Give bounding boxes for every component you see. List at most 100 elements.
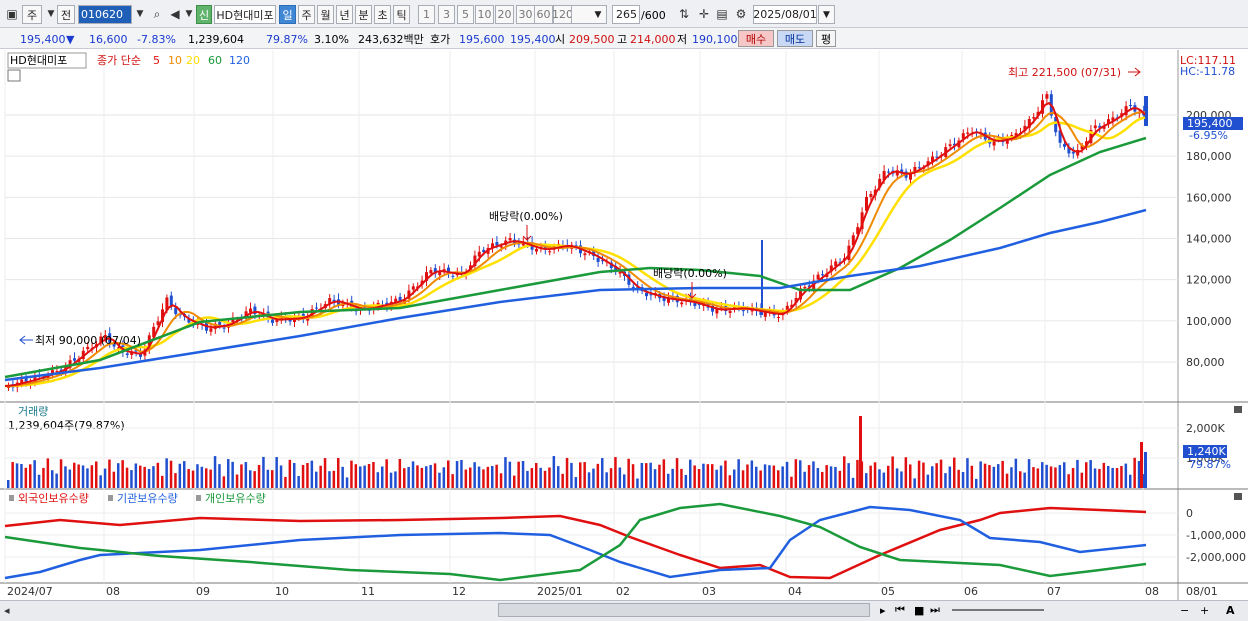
legend-ma-period: 10 [168,54,182,67]
volume-bar [178,463,182,488]
volume-bar [95,461,98,488]
stop-icon[interactable]: ■ [914,602,924,618]
zoom-in-icon[interactable]: + [1200,602,1209,618]
code-dropdown-icon[interactable]: ▼ [132,6,148,22]
next-page-icon[interactable]: ⏭ [930,602,940,618]
volume-bar [741,470,745,488]
interval-button[interactable]: 120 [552,5,573,24]
volume-bar [288,459,292,488]
save-icon[interactable]: ▤ [714,6,730,22]
volume-bar [640,463,644,488]
volume-bar [68,469,72,488]
candle-body [680,302,684,305]
volume-bar [337,458,340,488]
date-picker-button[interactable]: ▼ [818,5,835,24]
volume-bar [508,461,512,488]
volume-bar [552,456,556,488]
date-input[interactable]: 2025/08/01 [753,5,817,24]
volume-bar [1063,462,1066,488]
font-size-icon[interactable]: A [1226,602,1235,618]
interval-button[interactable]: 5 [457,5,474,24]
interval-button[interactable]: 10 [475,5,494,24]
volume-bar [781,466,784,488]
open-price: 209,500 [569,32,615,46]
volume-bar [891,456,894,488]
count-input[interactable]: 265 [612,5,640,24]
sell-button[interactable]: 매도 [777,30,813,47]
scroll-right-icon[interactable]: ▸ [880,602,886,618]
series-marker-icon [196,495,201,501]
stock-chart[interactable]: 200,000180,000160,000140,000120,000100,0… [0,50,1248,600]
volume-bar [187,468,190,488]
down-arrow-icon: ▼ [66,32,75,46]
prev-button[interactable]: 전 [57,5,75,24]
crosshair-icon[interactable]: ✛ [696,6,712,22]
zoom-slider[interactable] [952,609,1044,611]
period-tab[interactable]: 월 [317,5,334,24]
buy-button[interactable]: 매수 [738,30,774,47]
compare-icon[interactable]: ⇅ [676,6,692,22]
stock-name-field[interactable]: HD현대미포 [214,5,276,24]
candle-body [821,274,824,276]
date-value: 2025/08/01 [753,8,817,21]
volume-bar [46,458,50,488]
volume-bar [257,464,261,488]
volume-bar [539,467,542,488]
sound-dropdown-icon[interactable]: ▼ [181,6,197,22]
avg-button[interactable]: 평 [816,30,836,47]
volume-bar [605,472,608,488]
period-tab[interactable]: 일 [279,5,296,24]
market-select[interactable]: 주 [22,5,42,24]
volume-bar [900,471,903,488]
candle-body [1144,96,1148,126]
gear-icon[interactable]: ⚙ [733,6,749,22]
volume-bar [1027,459,1031,488]
y-tick-label: 180,000 [1186,150,1232,163]
volume-bar [755,466,758,488]
interval-button[interactable]: 3 [438,5,455,24]
volume-bar [407,466,410,488]
volume-bar [574,477,578,488]
close-panel-icon [1234,493,1242,500]
interval-dropdown-icon: ▼ [594,9,602,20]
volume-bar [425,466,428,488]
volume-bar [7,480,10,488]
period-tab[interactable]: 초 [374,5,391,24]
x-axis-right-label: 08/01 [1186,585,1218,598]
volume-bar [169,460,173,488]
interval-button[interactable]: 30 [516,5,535,24]
volume-bar [737,459,740,488]
volume-bar [306,463,309,488]
volume-bar [865,473,868,488]
period-tab[interactable]: 틱 [393,5,410,24]
volume-bar [931,466,934,488]
volume-bar [953,457,956,488]
first-page-icon[interactable]: ⏮ [895,602,905,618]
search-icon[interactable]: ⌕ [149,6,165,22]
scroll-left-icon[interactable]: ◂ [4,602,10,618]
code-input[interactable]: 010620 [78,5,132,24]
window-icon[interactable]: ▣ [4,6,20,22]
volume-bar [244,462,248,488]
high-price: 214,000 [630,32,676,46]
zoom-out-icon[interactable]: − [1180,602,1189,618]
interval-button[interactable]: 20 [495,5,514,24]
candle-body [948,144,952,147]
volume-bar [473,462,476,488]
volume-bar [1111,467,1114,488]
volume-bar [671,468,674,488]
volume-bar [596,463,600,488]
interval-custom-select[interactable]: ▼ [571,5,607,24]
y-tick-label: 2,000K [1186,422,1225,435]
candle-body [966,132,970,134]
volume-bar [812,461,815,488]
grid-toggle-icon [7,69,21,82]
interval-button[interactable]: 1 [418,5,435,24]
x-tick-label: 02 [616,585,630,598]
period-tab[interactable]: 분 [355,5,372,24]
period-tab[interactable]: 주 [298,5,315,24]
period-tab[interactable]: 년 [336,5,353,24]
scroll-thumb[interactable] [498,603,870,617]
y-tick-label: 80,000 [1186,356,1225,369]
interval-button[interactable]: 60 [534,5,553,24]
